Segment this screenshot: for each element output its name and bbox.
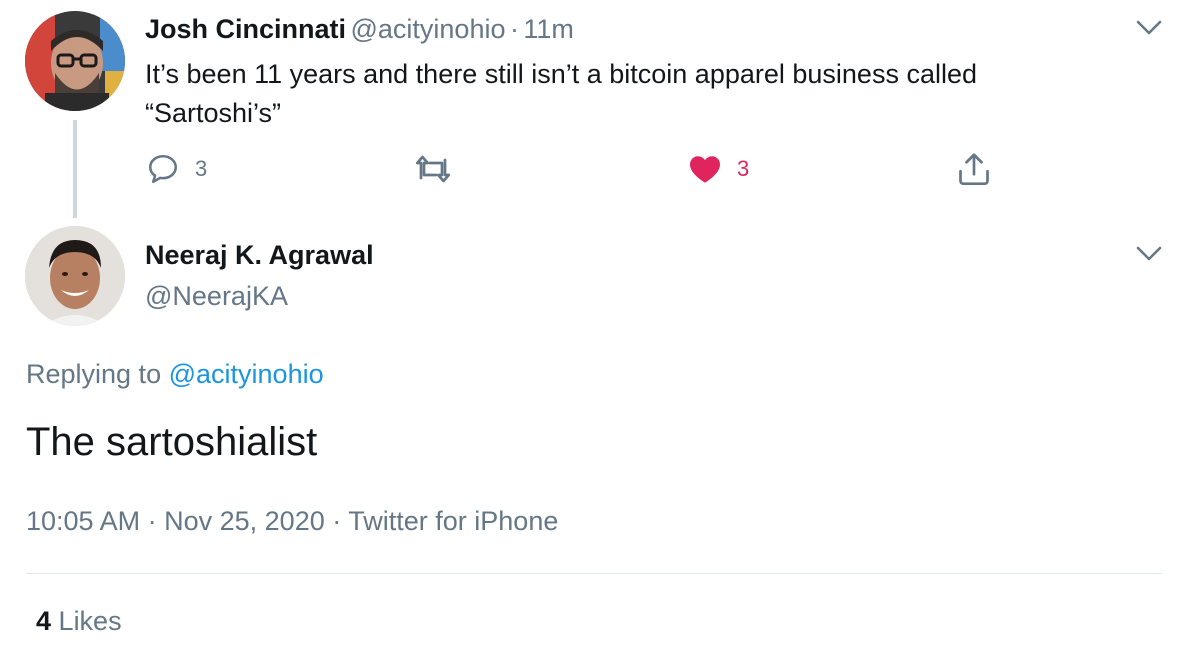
meta-separator-2: · bbox=[332, 506, 342, 536]
tweet2-text: The sartoshialist bbox=[26, 420, 318, 464]
tweet1-author-handle[interactable]: @acityinohio bbox=[350, 14, 505, 44]
tweet2-meta: 10:05 AM · Nov 25, 2020 · Twitter for iP… bbox=[26, 506, 558, 537]
replying-to-label: Replying to bbox=[26, 359, 162, 389]
tweet2-author-handle[interactable]: @NeerajKA bbox=[145, 281, 288, 311]
chevron-down-icon[interactable] bbox=[1136, 246, 1162, 262]
reply-icon bbox=[148, 154, 178, 184]
tweet1-text-line2: “Sartoshi’s” bbox=[145, 98, 282, 128]
avatar-neeraj-image bbox=[25, 226, 125, 326]
tweet1-time-separator: · bbox=[509, 14, 519, 44]
meta-separator-1: · bbox=[147, 506, 157, 536]
tweet1-text: It’s been 11 years and there still isn’t… bbox=[145, 55, 1155, 133]
likes-count: 4 bbox=[36, 606, 52, 636]
reply-count: 3 bbox=[195, 156, 208, 181]
tweet1-author-name[interactable]: Josh Cincinnati bbox=[145, 14, 346, 44]
avatar-josh[interactable] bbox=[25, 11, 125, 111]
tweet1-header: Josh Cincinnati @acityinohio · 11m bbox=[145, 14, 574, 45]
share-button[interactable] bbox=[956, 149, 992, 189]
replying-to: Replying to @acityinohio bbox=[26, 359, 324, 390]
divider bbox=[26, 573, 1162, 574]
like-button[interactable]: 3 bbox=[687, 149, 749, 189]
tweet2-author-name-wrap: Neeraj K. Agrawal bbox=[145, 240, 374, 271]
tweet2-author-name[interactable]: Neeraj K. Agrawal bbox=[145, 240, 374, 270]
tweet2-author-handle-wrap: @NeerajKA bbox=[145, 281, 288, 312]
reply-button[interactable]: 3 bbox=[145, 149, 207, 189]
retweet-icon bbox=[415, 155, 451, 183]
tweet1-text-line1: It’s been 11 years and there still isn’t… bbox=[145, 59, 977, 89]
chevron-down-icon[interactable] bbox=[1136, 20, 1162, 36]
share-icon bbox=[959, 153, 989, 186]
tweet2-source[interactable]: Twitter for iPhone bbox=[348, 506, 558, 536]
tweet2-time[interactable]: 10:05 AM bbox=[26, 506, 140, 536]
avatar-josh-image bbox=[25, 11, 125, 111]
like-count: 3 bbox=[737, 156, 750, 181]
likes-summary[interactable]: 4 Likes bbox=[36, 606, 122, 637]
tweet2-date[interactable]: Nov 25, 2020 bbox=[164, 506, 325, 536]
retweet-button[interactable] bbox=[413, 149, 453, 189]
replying-to-mention[interactable]: @acityinohio bbox=[169, 359, 324, 389]
likes-label: Likes bbox=[58, 606, 122, 636]
heart-icon bbox=[690, 156, 720, 183]
avatar-neeraj[interactable] bbox=[25, 226, 125, 326]
thread-connector-line bbox=[73, 120, 77, 218]
tweet1-timestamp[interactable]: 11m bbox=[523, 14, 574, 44]
